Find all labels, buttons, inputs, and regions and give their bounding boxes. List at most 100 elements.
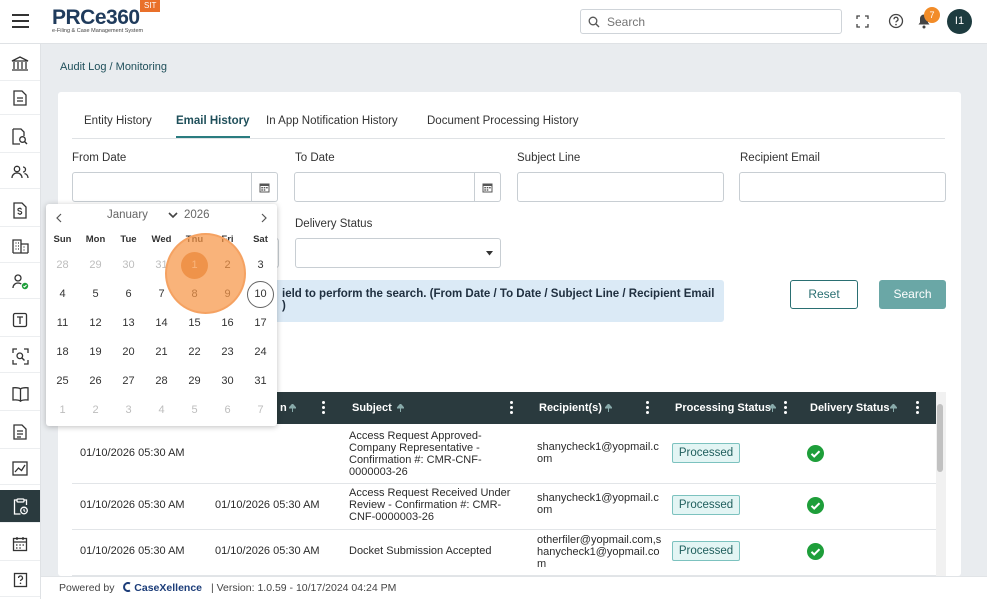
calendar-day[interactable]: 4 xyxy=(145,396,178,425)
fullscreen-icon[interactable] xyxy=(856,15,869,28)
calendar-day[interactable]: 14 xyxy=(145,309,178,338)
calendar-day[interactable]: 19 xyxy=(79,338,112,367)
calendar-day[interactable]: 5 xyxy=(178,396,211,425)
sort-icon[interactable] xyxy=(289,404,296,412)
calendar-day[interactable]: 24 xyxy=(244,338,277,367)
sidebar-item-courthouse[interactable] xyxy=(0,48,40,81)
sidebar-item-analytics[interactable] xyxy=(0,452,40,485)
to-date-input[interactable] xyxy=(294,172,475,202)
invoice-icon xyxy=(13,201,27,219)
search-button[interactable]: Search xyxy=(879,280,946,309)
column-menu-icon[interactable] xyxy=(510,401,513,414)
help-icon[interactable] xyxy=(888,13,904,29)
calendar-day[interactable]: 29 xyxy=(79,251,112,280)
user-avatar[interactable]: I1 xyxy=(947,9,972,34)
column-menu-icon[interactable] xyxy=(916,401,919,414)
calendar-day[interactable]: 1 xyxy=(46,396,79,425)
success-check-icon xyxy=(807,543,824,560)
tab-in-app-notification-history[interactable]: In App Notification History xyxy=(266,115,398,136)
sidebar-item-scan[interactable] xyxy=(0,340,40,373)
calendar-day[interactable]: 29 xyxy=(178,367,211,396)
calendar-day[interactable]: 27 xyxy=(112,367,145,396)
column-menu-icon[interactable] xyxy=(784,401,787,414)
recipient-email-input[interactable] xyxy=(739,172,946,202)
calendar-day[interactable]: 30 xyxy=(211,367,244,396)
sidebar-item-organizations[interactable] xyxy=(0,230,40,263)
breadcrumb[interactable]: Audit Log / Monitoring xyxy=(60,61,167,73)
datepicker-month[interactable]: January xyxy=(107,209,148,221)
sidebar-item-payments[interactable] xyxy=(0,194,40,227)
calendar-day[interactable]: 18 xyxy=(46,338,79,367)
calendar-day[interactable]: 17 xyxy=(244,309,277,338)
sidebar-item-users[interactable] xyxy=(0,156,40,189)
calendar-day[interactable]: 6 xyxy=(112,280,145,309)
calendar-day[interactable]: 5 xyxy=(79,280,112,309)
from-date-input[interactable] xyxy=(72,172,252,202)
tab-entity-history[interactable]: Entity History xyxy=(84,115,152,136)
table-row[interactable]: 01/10/2026 05:30 AM 01/10/2026 05:30 AM … xyxy=(72,484,936,530)
calendar-day[interactable]: 7 xyxy=(244,396,277,425)
calendar-day[interactable]: 6 xyxy=(211,396,244,425)
table-scrollbar[interactable] xyxy=(936,392,946,576)
calendar-day[interactable]: 25 xyxy=(46,367,79,396)
chevron-left-icon[interactable] xyxy=(55,213,62,223)
column-header-delivery-status[interactable]: Delivery Status xyxy=(810,402,889,414)
tab-document-processing-history[interactable]: Document Processing History xyxy=(427,115,578,136)
sort-icon[interactable] xyxy=(605,404,612,412)
chevron-right-icon[interactable] xyxy=(261,213,268,223)
sidebar-item-documents[interactable] xyxy=(0,82,40,115)
sort-icon[interactable] xyxy=(769,404,776,412)
sidebar-item-user-approval[interactable] xyxy=(0,266,40,299)
calendar-day[interactable]: 26 xyxy=(79,367,112,396)
column-header-subject[interactable]: Subject xyxy=(352,402,392,414)
calendar-day[interactable]: 10 xyxy=(244,280,277,309)
sort-icon[interactable] xyxy=(890,404,897,412)
column-header-processing-status[interactable]: Processing Status xyxy=(675,402,771,414)
menu-icon[interactable] xyxy=(12,14,29,28)
to-date-calendar-button[interactable] xyxy=(475,172,501,202)
calendar-day[interactable]: 30 xyxy=(112,251,145,280)
chevron-down-icon[interactable] xyxy=(168,211,178,219)
table-row[interactable]: 01/10/2026 05:30 AM Access Request Appro… xyxy=(72,424,936,484)
sidebar-item-audit-log[interactable] xyxy=(0,490,40,523)
sidebar-item-calendar[interactable] xyxy=(0,528,40,561)
calendar-day[interactable]: 28 xyxy=(145,367,178,396)
from-date-calendar-button[interactable] xyxy=(252,172,278,202)
sidebar-item-help[interactable] xyxy=(0,564,40,597)
table-row[interactable]: 01/10/2026 05:30 AM 01/10/2026 05:30 AM … xyxy=(72,530,936,576)
sidebar-item-tasks[interactable] xyxy=(0,304,40,337)
processing-status-badge: Processed xyxy=(672,541,740,561)
calendar-day[interactable]: 13 xyxy=(112,309,145,338)
column-header-sent-date[interactable]: n xyxy=(280,402,287,414)
calendar-day[interactable]: 3 xyxy=(244,251,277,280)
column-header-recipients[interactable]: Recipient(s) xyxy=(539,402,602,414)
tab-email-history[interactable]: Email History xyxy=(176,115,250,138)
global-search[interactable] xyxy=(580,9,842,34)
reset-button[interactable]: Reset xyxy=(790,280,858,309)
calendar-day[interactable]: 3 xyxy=(112,396,145,425)
subject-line-input[interactable] xyxy=(517,172,724,202)
sidebar-item-library[interactable] xyxy=(0,378,40,411)
column-menu-icon[interactable] xyxy=(322,401,325,414)
calendar-day[interactable]: 2 xyxy=(79,396,112,425)
calendar-day[interactable]: 28 xyxy=(46,251,79,280)
scrollbar-thumb[interactable] xyxy=(937,404,943,472)
app-logo[interactable]: PRCe360 e-Filing & Case Management Syste… xyxy=(52,7,143,35)
search-input[interactable] xyxy=(607,13,827,31)
calendar-day-number: 26 xyxy=(89,375,102,387)
calendar-day[interactable]: 4 xyxy=(46,280,79,309)
calendar-day[interactable]: 21 xyxy=(145,338,178,367)
column-menu-icon[interactable] xyxy=(646,401,649,414)
sidebar-item-reports[interactable] xyxy=(0,416,40,449)
calendar-day[interactable]: 22 xyxy=(178,338,211,367)
datepicker-year[interactable]: 2026 xyxy=(184,209,210,221)
calendar-day[interactable]: 12 xyxy=(79,309,112,338)
delivery-status-select[interactable] xyxy=(295,238,501,268)
calendar-day[interactable]: 23 xyxy=(211,338,244,367)
calendar-day[interactable]: 20 xyxy=(112,338,145,367)
calendar-day[interactable]: 31 xyxy=(244,367,277,396)
calendar-day[interactable]: 16 xyxy=(211,309,244,338)
calendar-day[interactable]: 11 xyxy=(46,309,79,338)
sort-icon[interactable] xyxy=(397,404,404,412)
sidebar-item-document-search[interactable] xyxy=(0,120,40,153)
